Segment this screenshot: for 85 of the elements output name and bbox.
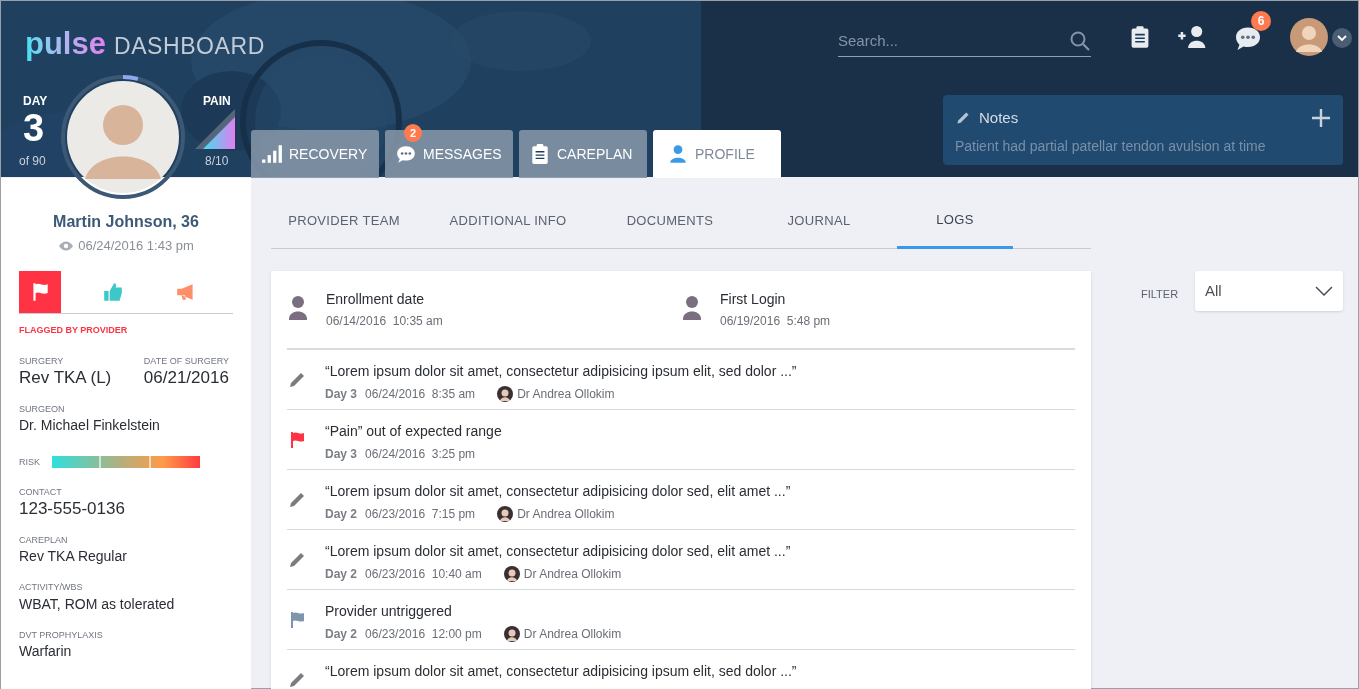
log-day: Day 2 (325, 625, 358, 643)
pain-label: PAIN (203, 93, 231, 110)
sub-tab[interactable]: ADDITIONAL INFO (417, 201, 599, 249)
log-day: Day 2 (325, 565, 358, 583)
log-title: First Login (720, 290, 787, 309)
pencil-icon (955, 110, 971, 127)
signal-bars-icon (261, 143, 283, 165)
status-label: FLAGGED BY PROVIDER (19, 323, 129, 337)
field-value: Rev TKA Regular (19, 547, 128, 565)
field-label: SURGERY (19, 355, 65, 368)
field-value: 06/21/2016 (143, 368, 229, 387)
field-label: SURGEON (19, 402, 66, 416)
log-title: Enrollment date (326, 290, 426, 309)
pencil-icon (287, 370, 307, 390)
log-title: Provider untriggered (325, 602, 453, 621)
person-icon (682, 295, 702, 321)
eye-icon (58, 240, 75, 251)
log-date: 06/14/2016 10:35 am (326, 313, 443, 330)
sub-tab[interactable]: DOCUMENTS (599, 201, 741, 249)
pain-meter (195, 109, 235, 149)
app-title: DASHBOARD (113, 32, 265, 61)
field-value: Warfarin (19, 642, 73, 660)
nav-tab[interactable]: CAREPLAN (519, 130, 647, 178)
pain-score: 8/10 (205, 153, 229, 170)
author-name: Dr Andrea Ollokim (523, 626, 622, 643)
dropdown-icon[interactable] (1332, 28, 1352, 48)
filter-label: FILTER (1141, 287, 1179, 302)
field-label: RISK (19, 456, 40, 470)
log-title: “Lorem ipsum dolor sit amet, consectetur adipisicing dolor sed, elit amet ...” (325, 482, 791, 501)
day-total: of 90 (19, 153, 46, 170)
author-avatar (497, 506, 514, 522)
chat-icon (395, 143, 417, 165)
clipboard-icon (529, 143, 551, 165)
add-icon[interactable] (1311, 108, 1331, 129)
search-icon[interactable] (1069, 29, 1091, 52)
field-value: 123-555-0136 (19, 499, 126, 518)
author-avatar (497, 386, 514, 402)
person-icon (667, 143, 689, 165)
field-label: ACTIVITY/WBS (19, 581, 84, 594)
notes-title: Notes (979, 108, 1019, 128)
log-title: “Lorem ipsum dolor sit amet, consectetur adipisicing dolor sed, elit amet ...” (325, 542, 791, 561)
author-name: Dr Andrea Ollokim (517, 386, 615, 403)
log-title: “Lorem ipsum dolor sit amet, consectetur adipisicing ipsum elit, sed dolor ...” (325, 662, 797, 681)
log-date: 06/24/2016 8:35 am (365, 386, 476, 403)
filter-dropdown[interactable]: All (1195, 271, 1343, 311)
field-value: WBAT, ROM as tolerated (19, 594, 176, 613)
search-field[interactable]: Search... (838, 25, 1063, 56)
pencil-icon (287, 550, 307, 570)
nav-tab[interactable]: PROFILE (653, 130, 781, 178)
chevron-down-icon (1315, 286, 1333, 296)
patient-name: Martin Johnson, 36 (52, 212, 200, 232)
log-date: 06/24/2016 3:25 pm (365, 446, 476, 463)
log-title: “Lorem ipsum dolor sit amet, consectetur adipisicing ipsum elit, sed dolor ...” (325, 362, 797, 381)
field-label: CONTACT (19, 486, 63, 499)
last-viewed: 06/24/2016 1:43 pm (78, 237, 194, 255)
thumbs-up-icon (102, 280, 124, 303)
user-avatar[interactable] (1290, 18, 1328, 56)
log-date: 06/19/2016 5:48 pm (720, 313, 831, 330)
log-date: 06/23/2016 12:00 pm (365, 626, 482, 643)
pencil-icon (287, 490, 307, 510)
author-avatar (503, 626, 520, 642)
log-date: 06/23/2016 7:15 pm (365, 506, 476, 523)
log-title: “Pain” out of expected range (325, 422, 502, 441)
field-value: Rev TKA (L) (19, 368, 112, 387)
sub-tab[interactable]: PROVIDER TEAM (271, 201, 417, 249)
log-day: Day 3 (325, 385, 358, 403)
flag-button[interactable] (19, 270, 61, 313)
field-label: CAREPLAN (19, 533, 69, 547)
log-day: Day 2 (325, 505, 358, 523)
day-number: 3 (23, 107, 45, 149)
person-icon (288, 295, 308, 321)
field-label: DVT PROPHYLAXIS (19, 628, 104, 642)
log-date: 06/23/2016 10:40 am (365, 566, 482, 583)
field-value: Dr. Michael Finkelstein (19, 416, 161, 434)
log-day: Day 3 (325, 445, 358, 463)
notes-text: Patient had partial patellar tendon avulsion at time (955, 136, 1267, 156)
author-name: Dr Andrea Ollokim (523, 566, 622, 583)
field-label: DATE OF SURGERY (143, 355, 229, 368)
pencil-icon (287, 670, 307, 689)
author-name: Dr Andrea Ollokim (517, 506, 615, 523)
sub-tab[interactable]: JOURNAL (741, 201, 897, 249)
author-avatar (503, 566, 520, 582)
sub-tab[interactable]: LOGS (897, 201, 1013, 249)
day-label: DAY (23, 93, 48, 110)
nav-tab[interactable]: RECOVERY (251, 130, 379, 178)
